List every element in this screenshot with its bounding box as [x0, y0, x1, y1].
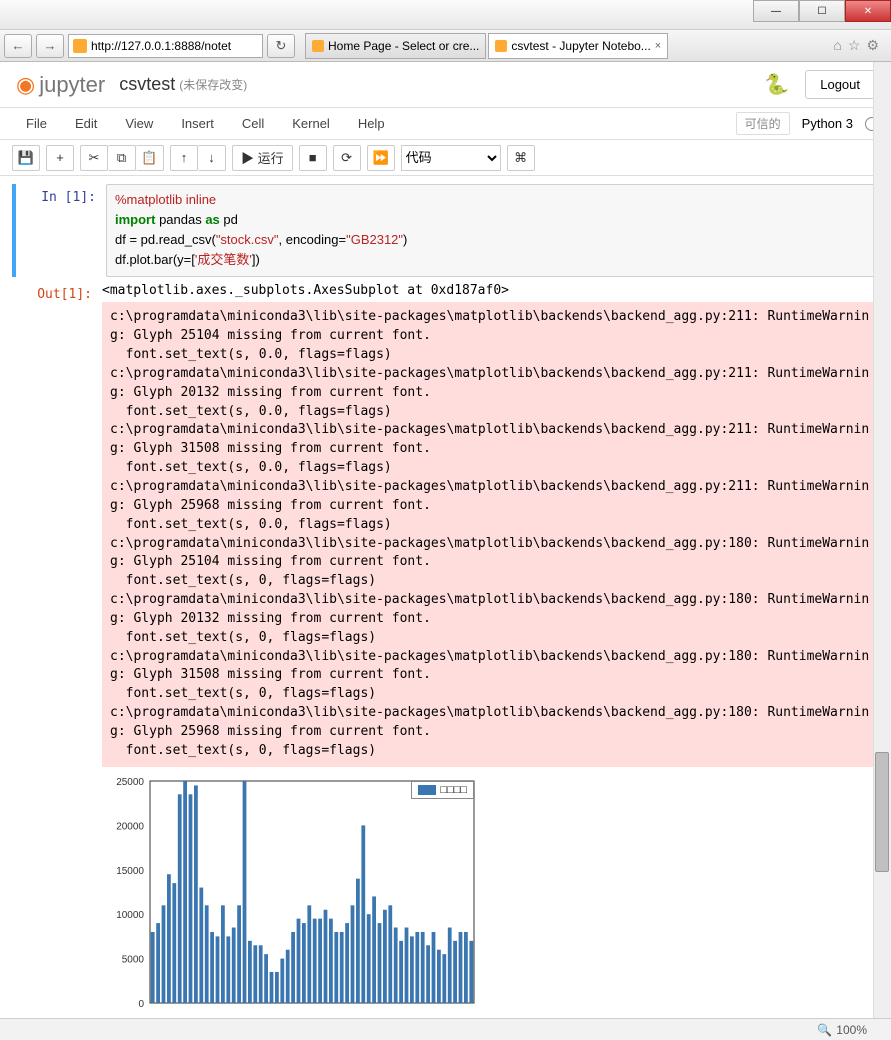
- trusted-indicator[interactable]: 可信的: [736, 112, 790, 135]
- browser-status-bar: 🔍 100%: [0, 1018, 891, 1040]
- forward-button[interactable]: →: [36, 34, 64, 58]
- home-icon[interactable]: ⌂: [833, 37, 841, 54]
- browser-tab-home[interactable]: Home Page - Select or cre...: [305, 33, 486, 59]
- move-down-button[interactable]: ↓: [198, 145, 226, 171]
- jupyter-brand-text: jupyter: [39, 72, 105, 98]
- url-text: http://127.0.0.1:8888/notet: [91, 39, 231, 53]
- menu-file[interactable]: File: [12, 116, 61, 131]
- address-bar[interactable]: http://127.0.0.1:8888/notet: [68, 34, 263, 58]
- browser-tab-notebook[interactable]: csvtest - Jupyter Notebo... ×: [488, 33, 668, 59]
- vertical-scrollbar[interactable]: [873, 62, 891, 1022]
- svg-text:15000: 15000: [116, 865, 144, 876]
- window-titlebar: — ☐ ✕: [0, 0, 891, 30]
- zoom-icon[interactable]: 🔍: [817, 1023, 832, 1037]
- output-repr: <matplotlib.axes._subplots.AxesSubplot a…: [102, 281, 879, 302]
- logout-button[interactable]: Logout: [805, 70, 875, 99]
- copy-cell-button[interactable]: ⧉: [108, 145, 136, 171]
- menu-insert[interactable]: Insert: [167, 116, 228, 131]
- restart-button[interactable]: ⟳: [333, 145, 361, 171]
- svg-text:10000: 10000: [116, 910, 144, 921]
- autosave-status: (未保存改变): [179, 76, 247, 93]
- svg-text:20000: 20000: [116, 821, 144, 832]
- window-minimize[interactable]: —: [753, 0, 799, 22]
- notebook-container: In [1]: %matplotlib inline import pandas…: [0, 176, 891, 1040]
- output-stderr: c:\programdata\miniconda3\lib\site-packa…: [102, 302, 879, 766]
- menu-cell[interactable]: Cell: [228, 116, 278, 131]
- menu-view[interactable]: View: [111, 116, 167, 131]
- tab-label: csvtest - Jupyter Notebo...: [511, 39, 650, 53]
- zoom-level: 100%: [836, 1023, 867, 1037]
- move-up-button[interactable]: ↑: [170, 145, 198, 171]
- insert-cell-button[interactable]: +: [46, 145, 74, 171]
- legend-label: □□□□: [440, 784, 467, 796]
- output-cell-1: Out[1]: <matplotlib.axes._subplots.AxesS…: [12, 281, 879, 1022]
- svg-text:25000: 25000: [116, 777, 144, 788]
- tab-close-icon[interactable]: ×: [655, 40, 661, 52]
- notebook-name[interactable]: csvtest: [119, 74, 175, 95]
- cut-cell-button[interactable]: ✂: [80, 145, 108, 171]
- browser-toolbar: ← → http://127.0.0.1:8888/notet ↻ Home P…: [0, 30, 891, 62]
- command-palette-button[interactable]: ⌘: [507, 145, 535, 171]
- output-prompt: Out[1]:: [12, 281, 102, 1022]
- star-icon[interactable]: ☆: [848, 37, 861, 54]
- code-input[interactable]: %matplotlib inline import pandas as pd d…: [106, 184, 879, 277]
- notebook-header: ◉ jupyter csvtest (未保存改变) 🐍 Logout: [0, 62, 891, 108]
- menu-bar: File Edit View Insert Cell Kernel Help 可…: [0, 108, 891, 140]
- jupyter-logo-icon: ◉: [16, 72, 35, 98]
- tab-favicon-icon: [495, 40, 507, 52]
- code-cell-1[interactable]: In [1]: %matplotlib inline import pandas…: [12, 184, 879, 277]
- window-close[interactable]: ✕: [845, 0, 891, 22]
- window-maximize[interactable]: ☐: [799, 0, 845, 22]
- run-button[interactable]: ▶ 运行: [232, 145, 293, 171]
- svg-text:5000: 5000: [122, 954, 145, 965]
- cell-type-select[interactable]: 代码: [401, 145, 501, 171]
- menu-edit[interactable]: Edit: [61, 116, 111, 131]
- settings-icon[interactable]: ⚙: [866, 37, 879, 54]
- plot-legend: □□□□: [411, 781, 474, 799]
- tab-label: Home Page - Select or cre...: [328, 39, 479, 53]
- refresh-button[interactable]: ↻: [267, 34, 295, 58]
- menu-help[interactable]: Help: [344, 116, 399, 131]
- save-button[interactable]: 💾: [12, 145, 40, 171]
- input-prompt: In [1]:: [16, 184, 106, 277]
- menu-kernel[interactable]: Kernel: [278, 116, 344, 131]
- site-favicon-icon: [73, 39, 87, 53]
- back-button[interactable]: ←: [4, 34, 32, 58]
- tab-favicon-icon: [312, 40, 324, 52]
- interrupt-button[interactable]: ■: [299, 145, 327, 171]
- python-logo-icon: 🐍: [764, 72, 789, 97]
- scrollbar-thumb[interactable]: [875, 752, 889, 872]
- legend-swatch-icon: [418, 785, 436, 795]
- svg-text:0: 0: [138, 999, 144, 1010]
- output-plot: 0 5000 10000 15000 20000 25000 □□□□: [102, 773, 482, 1023]
- paste-cell-button[interactable]: 📋: [136, 145, 164, 171]
- kernel-name[interactable]: Python 3: [790, 116, 865, 131]
- jupyter-logo[interactable]: ◉ jupyter: [16, 72, 105, 98]
- restart-run-all-button[interactable]: ⏩: [367, 145, 395, 171]
- notebook-toolbar: 💾 + ✂ ⧉ 📋 ↑ ↓ ▶ 运行 ■ ⟳ ⏩ 代码 ⌘: [0, 140, 891, 176]
